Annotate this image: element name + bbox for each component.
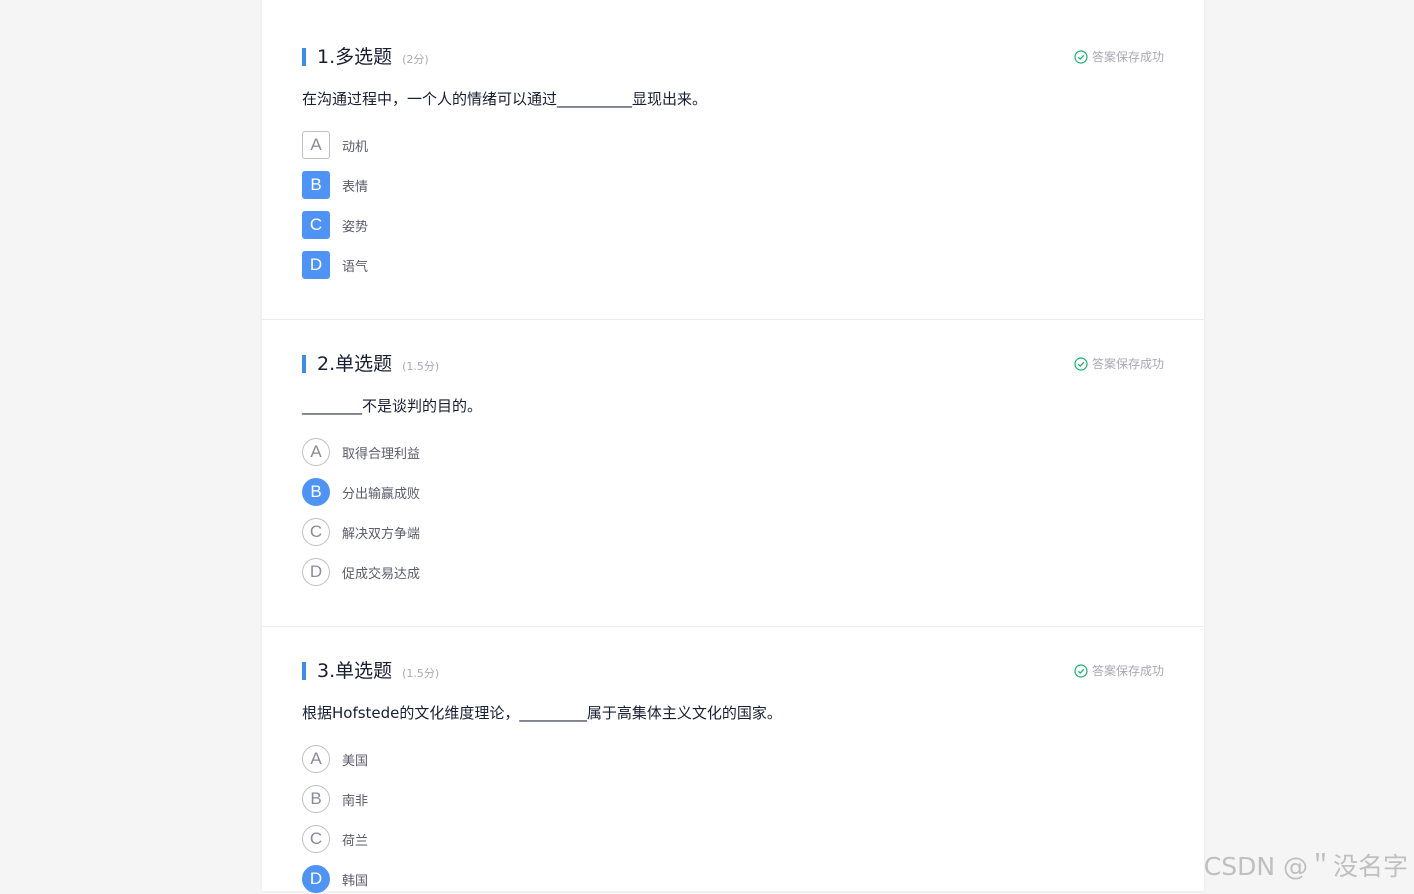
question-stem: ________不是谈判的目的。 (302, 396, 482, 416)
option-text: 动机 (342, 136, 368, 155)
option-a[interactable]: A 动机 (302, 130, 368, 160)
option-c[interactable]: C 解决双方争端 (302, 517, 420, 547)
save-status: 答案保存成功 (1074, 663, 1164, 679)
question-1: 1.多选题 (2分) 答案保存成功 在沟通过程中，一个人的情绪可以通过______… (262, 0, 1204, 320)
option-letter[interactable]: A (302, 438, 330, 466)
option-letter[interactable]: C (302, 211, 330, 239)
save-status: 答案保存成功 (1074, 49, 1164, 65)
option-letter[interactable]: D (302, 865, 330, 893)
option-text: 荷兰 (342, 830, 368, 849)
option-letter[interactable]: C (302, 825, 330, 853)
question-number-type: 3.单选题 (317, 660, 392, 682)
check-circle-icon (1074, 50, 1088, 64)
question-number-type: 2.单选题 (317, 353, 392, 375)
question-stem: 根据Hofstede的文化维度理论，_________属于高集体主义文化的国家。 (302, 703, 782, 723)
option-text: 表情 (342, 176, 368, 195)
question-title: 3.单选题 (1.5分) (317, 660, 439, 685)
option-letter[interactable]: D (302, 558, 330, 586)
option-b[interactable]: B 分出输赢成败 (302, 477, 420, 507)
question-number-type: 1.多选题 (317, 46, 392, 68)
check-circle-icon (1074, 357, 1088, 371)
option-b[interactable]: B 南非 (302, 784, 368, 814)
option-c[interactable]: C 荷兰 (302, 824, 368, 854)
option-text: 南非 (342, 790, 368, 809)
option-text: 韩国 (342, 870, 368, 889)
save-status: 答案保存成功 (1074, 356, 1164, 372)
option-text: 解决双方争端 (342, 523, 420, 542)
title-accent-bar (302, 662, 306, 680)
question-3: 3.单选题 (1.5分) 答案保存成功 根据Hofstede的文化维度理论，___… (262, 614, 1204, 891)
question-score: (1.5分) (402, 667, 439, 680)
option-a[interactable]: A 美国 (302, 744, 368, 774)
option-a[interactable]: A 取得合理利益 (302, 437, 420, 467)
csdn-watermark: CSDN @＂没名字 (1204, 847, 1408, 883)
question-stem: 在沟通过程中，一个人的情绪可以通过__________显现出来。 (302, 89, 707, 109)
option-text: 语气 (342, 256, 368, 275)
option-b[interactable]: B 表情 (302, 170, 368, 200)
option-d[interactable]: D 语气 (302, 250, 368, 280)
title-accent-bar (302, 48, 306, 66)
option-c[interactable]: C 姿势 (302, 210, 368, 240)
question-2: 2.单选题 (1.5分) 答案保存成功 ________不是谈判的目的。 A 取得… (262, 307, 1204, 627)
option-letter[interactable]: B (302, 171, 330, 199)
question-score: (1.5分) (402, 360, 439, 373)
option-letter[interactable]: C (302, 518, 330, 546)
option-text: 姿势 (342, 216, 368, 235)
option-text: 取得合理利益 (342, 443, 420, 462)
question-title: 1.多选题 (2分) (317, 46, 429, 71)
title-accent-bar (302, 355, 306, 373)
save-status-text: 答案保存成功 (1092, 663, 1164, 679)
option-letter[interactable]: D (302, 251, 330, 279)
option-letter[interactable]: B (302, 478, 330, 506)
option-text: 分出输赢成败 (342, 483, 420, 502)
option-d[interactable]: D 韩国 (302, 864, 368, 894)
option-letter[interactable]: B (302, 785, 330, 813)
option-d[interactable]: D 促成交易达成 (302, 557, 420, 587)
exam-paper: 1.多选题 (2分) 答案保存成功 在沟通过程中，一个人的情绪可以通过______… (262, 0, 1204, 891)
save-status-text: 答案保存成功 (1092, 49, 1164, 65)
question-score: (2分) (402, 53, 429, 66)
option-text: 促成交易达成 (342, 563, 420, 582)
option-letter[interactable]: A (302, 131, 330, 159)
check-circle-icon (1074, 664, 1088, 678)
save-status-text: 答案保存成功 (1092, 356, 1164, 372)
option-text: 美国 (342, 750, 368, 769)
option-letter[interactable]: A (302, 745, 330, 773)
question-title: 2.单选题 (1.5分) (317, 353, 439, 378)
